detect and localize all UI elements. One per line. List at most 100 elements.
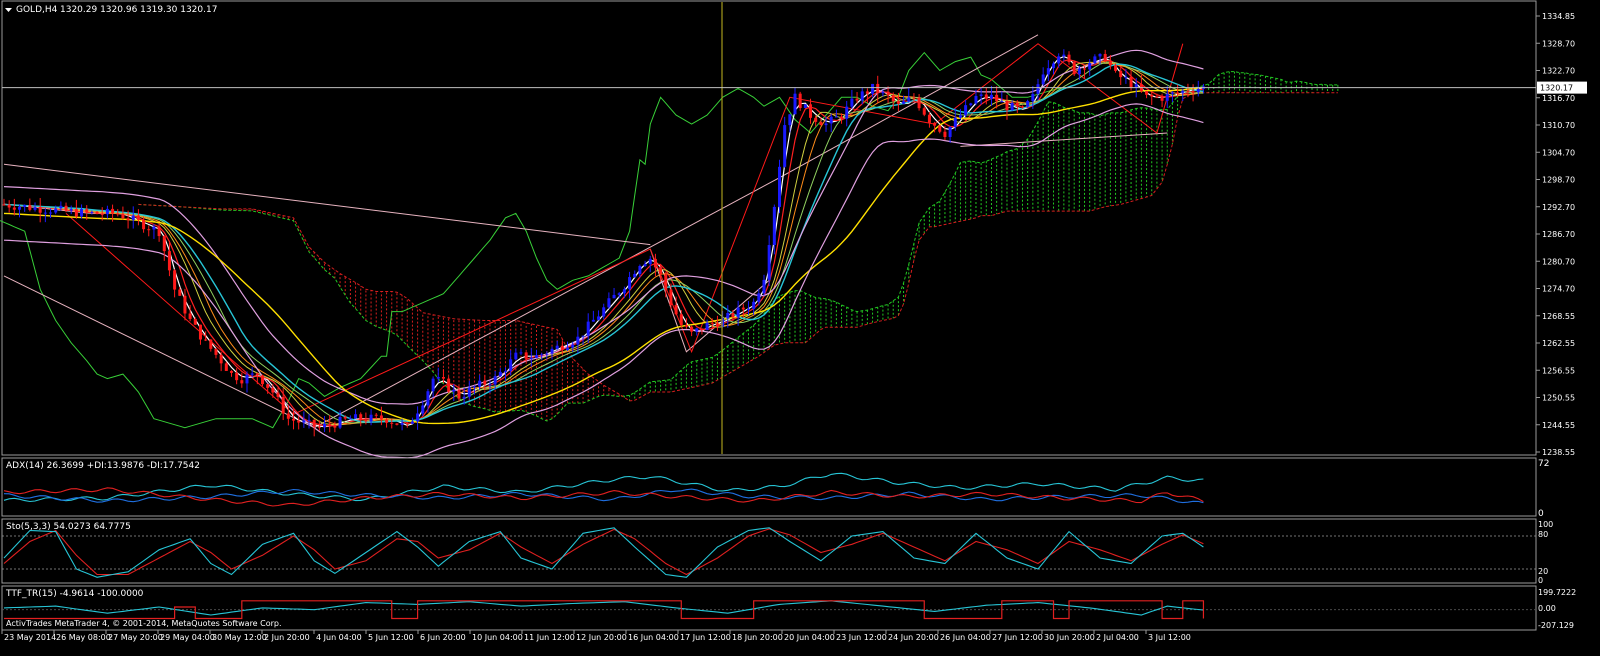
candle-body bbox=[250, 373, 254, 375]
candle-body bbox=[271, 387, 275, 393]
candle-body bbox=[214, 348, 218, 355]
ttf-scale-min: -207.129 bbox=[1538, 621, 1574, 630]
candle-body bbox=[540, 354, 544, 356]
candle-body bbox=[840, 116, 844, 119]
candle-body bbox=[204, 339, 208, 341]
adx-panel[interactable] bbox=[1, 457, 1537, 517]
candle-body bbox=[1020, 106, 1024, 108]
price-tick-label: 1304.70 bbox=[1542, 148, 1575, 157]
candle-body bbox=[1093, 56, 1097, 63]
candle-body bbox=[1160, 96, 1164, 101]
candle-body bbox=[1119, 70, 1123, 78]
candle-body bbox=[850, 98, 854, 107]
time-tick-label: 27 May 20:00 bbox=[108, 633, 163, 642]
price-tick-label: 1244.55 bbox=[1542, 421, 1575, 430]
candle-body bbox=[1129, 76, 1133, 88]
symbol-timeframe-label: GOLD,H4 bbox=[16, 5, 58, 15]
candle-body bbox=[483, 380, 487, 385]
candle-body bbox=[1150, 94, 1154, 97]
candle-body bbox=[586, 321, 590, 336]
candle-body bbox=[933, 122, 937, 126]
candle-body bbox=[881, 91, 885, 94]
price-tick-label: 1298.70 bbox=[1542, 176, 1575, 185]
candle-body bbox=[488, 384, 492, 386]
main-price-panel[interactable] bbox=[1, 0, 1537, 456]
candle-body bbox=[209, 339, 213, 349]
candle-body bbox=[178, 289, 182, 296]
candle-body bbox=[472, 386, 476, 388]
candle-body bbox=[597, 316, 601, 320]
candle-body bbox=[136, 215, 140, 220]
candle-body bbox=[855, 98, 859, 101]
time-tick-label: 24 Jun 20:00 bbox=[888, 633, 939, 642]
candle-body bbox=[824, 123, 828, 126]
candle-body bbox=[1026, 101, 1030, 107]
candle-body bbox=[509, 359, 513, 371]
candle-body bbox=[95, 211, 99, 214]
candle-body bbox=[307, 419, 311, 421]
candle-body bbox=[695, 328, 699, 332]
candle-body bbox=[829, 116, 833, 124]
candle-body bbox=[917, 97, 921, 109]
candle-body bbox=[814, 117, 818, 122]
candle-body bbox=[105, 208, 109, 215]
stochastic-scale-100: 100 bbox=[1538, 520, 1553, 529]
candle-body bbox=[819, 121, 823, 126]
adx-header: ADX(14) 26.3699 +DI:13.9876 -DI:17.7542 bbox=[6, 461, 200, 471]
candle-body bbox=[74, 209, 78, 217]
candle-body bbox=[493, 376, 497, 385]
candle-body bbox=[607, 298, 611, 308]
candle-body bbox=[633, 273, 637, 278]
candle-body bbox=[2, 204, 6, 206]
candle-body bbox=[90, 211, 94, 213]
candle-body bbox=[865, 91, 869, 94]
candle-body bbox=[1010, 102, 1014, 111]
candle-body bbox=[783, 125, 787, 167]
candle-body bbox=[64, 205, 68, 211]
mt4-chart-window[interactable]: 1334.85 1328.70 1322.70 1316.70 1310.70 1304.… bbox=[0, 0, 1600, 656]
candle-body bbox=[255, 373, 259, 376]
candle-body bbox=[38, 207, 42, 213]
candle-body bbox=[503, 370, 507, 372]
time-tick-label: 26 Jun 04:00 bbox=[940, 633, 991, 642]
candle-body bbox=[710, 322, 714, 324]
candle-body bbox=[281, 396, 285, 414]
candle-body bbox=[23, 205, 27, 207]
candle-body bbox=[948, 126, 952, 137]
ttf-scale-max: 199.7222 bbox=[1538, 588, 1576, 597]
candle-body bbox=[726, 312, 730, 319]
price-tick-label: 1280.70 bbox=[1542, 257, 1575, 266]
candle-body bbox=[436, 376, 440, 379]
candle-body bbox=[1186, 90, 1190, 92]
candle-body bbox=[126, 218, 130, 221]
candle-body bbox=[736, 307, 740, 318]
candle-body bbox=[369, 414, 373, 422]
candle-body bbox=[969, 103, 973, 106]
candle-body bbox=[478, 380, 482, 387]
candle-body bbox=[772, 206, 776, 246]
candle-body bbox=[338, 416, 342, 428]
candle-body bbox=[1196, 88, 1200, 93]
candle-body bbox=[1181, 90, 1185, 93]
candle-body bbox=[834, 116, 838, 118]
candle-body bbox=[421, 405, 425, 414]
candle-body bbox=[323, 423, 327, 428]
candle-body bbox=[1067, 54, 1071, 62]
candle-body bbox=[943, 131, 947, 137]
time-tick-label: 3 Jul 12:00 bbox=[1148, 633, 1191, 642]
price-tick-label: 1310.70 bbox=[1542, 121, 1575, 130]
candle-body bbox=[193, 318, 197, 325]
candle-body bbox=[462, 396, 466, 399]
candle-body bbox=[85, 209, 89, 213]
candle-body bbox=[80, 209, 84, 217]
candle-body bbox=[333, 425, 337, 428]
time-axis: 23 May 2014 26 May 08:0027 May 20:0029 Ma… bbox=[1, 630, 1191, 642]
candle-body bbox=[152, 226, 156, 230]
price-tick-label: 1328.70 bbox=[1542, 39, 1575, 48]
candle-body bbox=[498, 371, 502, 377]
candle-body bbox=[390, 422, 394, 424]
candle-body bbox=[560, 345, 564, 350]
candle-body bbox=[400, 423, 404, 425]
candle-body bbox=[602, 307, 606, 317]
candle-body bbox=[343, 416, 347, 419]
